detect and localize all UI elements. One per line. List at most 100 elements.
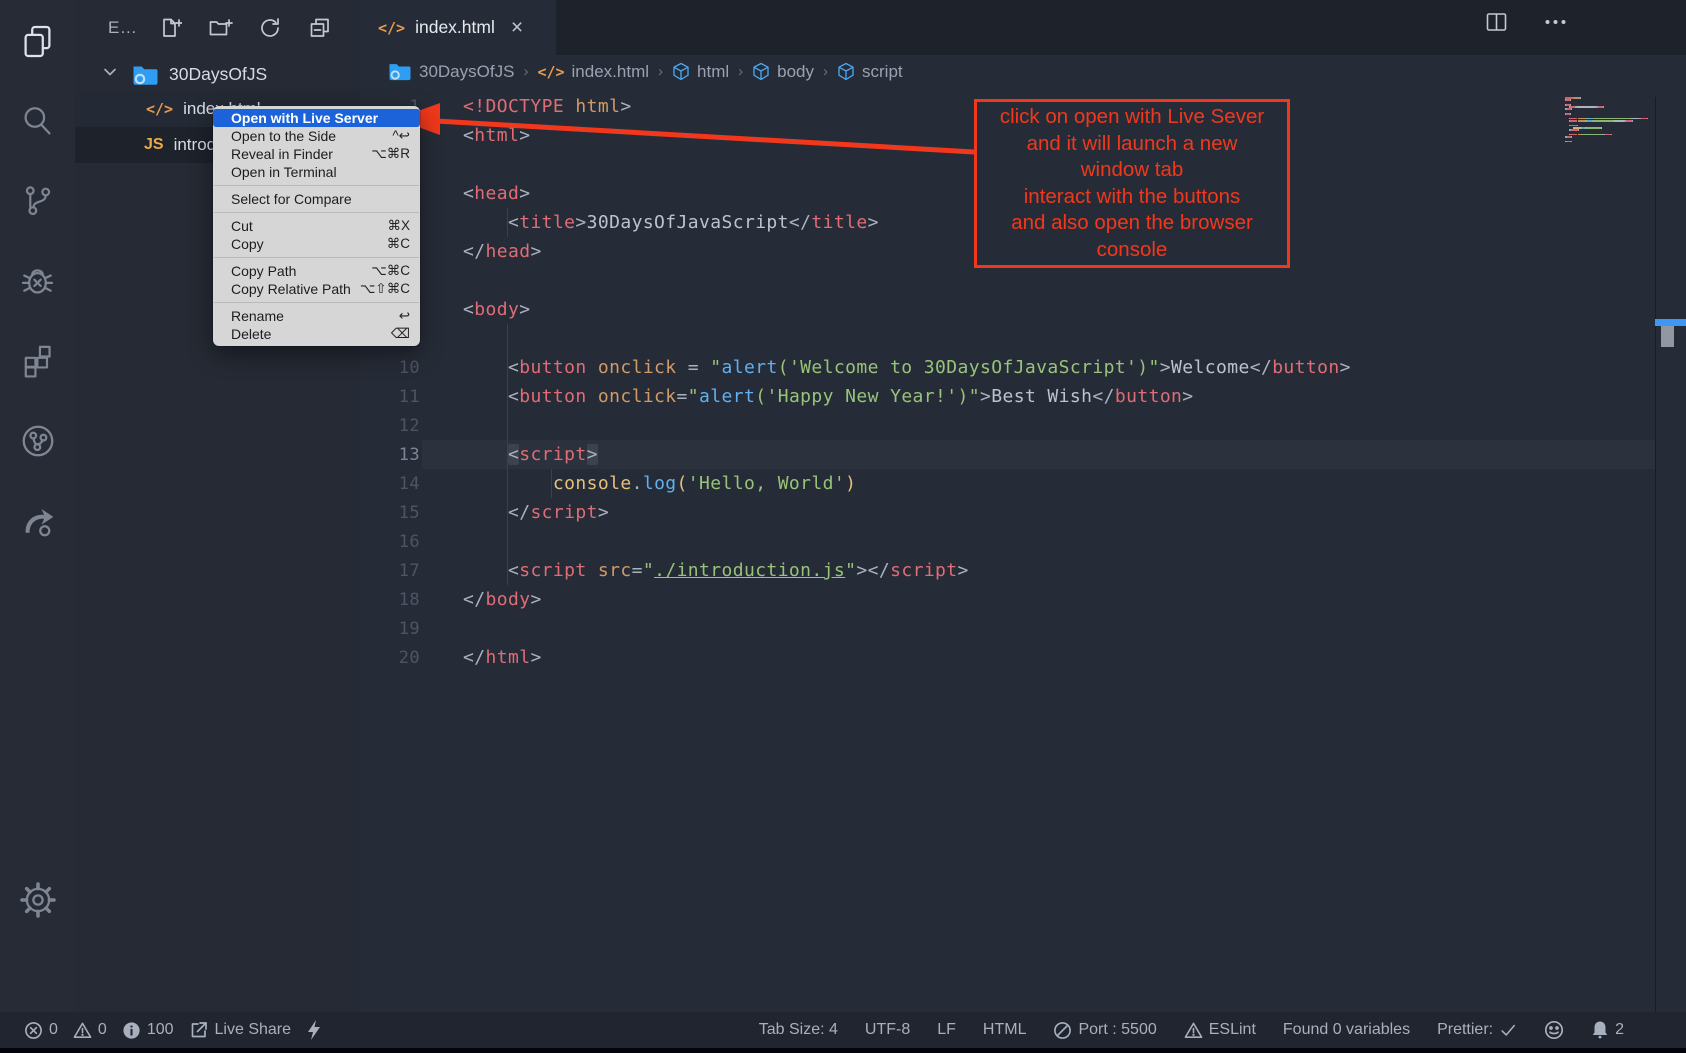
activity-circle-branch-icon[interactable] xyxy=(0,415,75,467)
circle-slash-icon xyxy=(1053,1021,1072,1040)
refresh-icon[interactable] xyxy=(245,8,295,48)
breadcrumb-separator: › xyxy=(523,63,528,80)
code-line-18[interactable]: 18</body> xyxy=(360,585,1686,614)
tree-item-label: 30DaysOfJS xyxy=(169,64,267,85)
menu-item-delete[interactable]: Delete⌫ xyxy=(213,325,420,343)
sidebar-actions xyxy=(145,8,345,48)
more-actions-icon[interactable] xyxy=(1543,10,1568,40)
lightning-icon xyxy=(306,1019,322,1041)
code-line-text: <title>30DaysOfJavaScript</title> xyxy=(463,212,879,233)
activity-bar xyxy=(0,0,75,1012)
line-number: 10 xyxy=(360,358,420,378)
menu-item-shortcut: ⌫ xyxy=(391,326,410,342)
menu-separator xyxy=(214,257,419,258)
new-file-icon[interactable] xyxy=(145,8,195,48)
tree-item-30daysofjs-folder[interactable]: 30DaysOfJS xyxy=(75,58,360,91)
status-item-utf-8[interactable]: UTF-8 xyxy=(865,1021,910,1039)
menu-item-reveal-in-finder[interactable]: Reveal in Finder⌥⌘R xyxy=(213,145,420,163)
activity-files-icon[interactable] xyxy=(0,15,75,67)
annotation-line: click on open with Live Sever xyxy=(977,104,1287,131)
menu-item-cut[interactable]: Cut⌘X xyxy=(213,217,420,235)
sidebar-title: E… xyxy=(108,18,137,38)
annotation-line: and it will launch a new xyxy=(977,131,1287,158)
activity-source-control-icon[interactable] xyxy=(0,175,75,227)
activity-gear-icon[interactable] xyxy=(0,874,75,926)
menu-item-copy-path[interactable]: Copy Path⌥⌘C xyxy=(213,262,420,280)
breadcrumb-item-script[interactable]: script xyxy=(837,62,903,82)
breadcrumb-item-30daysofjs[interactable]: 30DaysOfJS xyxy=(388,61,514,82)
status-item-lightning-icon[interactable] xyxy=(306,1019,322,1041)
tab-index-html[interactable]: </> index.html × xyxy=(360,0,556,55)
code-line-11[interactable]: 11 <button onclick="alert('Happy New Yea… xyxy=(360,382,1686,411)
code-line-9[interactable]: 9 xyxy=(360,324,1686,353)
status-item-label: Prettier: xyxy=(1437,1021,1493,1039)
status-item-lf[interactable]: LF xyxy=(937,1021,956,1039)
menu-item-label: Select for Compare xyxy=(231,191,410,207)
menu-item-label: Cut xyxy=(231,218,387,234)
menu-item-label: Open with Live Server xyxy=(231,110,410,126)
status-item-2[interactable]: 2 xyxy=(1591,1020,1624,1040)
menu-item-open-to-the-side[interactable]: Open to the Side^↩ xyxy=(213,127,420,145)
code-line-13[interactable]: 13 <script> xyxy=(360,440,1686,469)
breadcrumb-item-html[interactable]: html xyxy=(672,62,729,82)
status-item-label: 2 xyxy=(1615,1021,1624,1039)
menu-item-label: Copy xyxy=(231,236,387,252)
code-line-12[interactable]: 12 xyxy=(360,411,1686,440)
new-folder-icon[interactable] xyxy=(195,8,245,48)
menu-item-copy[interactable]: Copy⌘C xyxy=(213,235,420,253)
status-item-prettier-[interactable]: Prettier: xyxy=(1437,1021,1517,1039)
split-editor-icon[interactable] xyxy=(1484,10,1509,40)
code-line-14[interactable]: 14 console.log('Hello, World') xyxy=(360,469,1686,498)
code-line-10[interactable]: 10 <button onclick = "alert('Welcome to … xyxy=(360,353,1686,382)
code-line-19[interactable]: 19 xyxy=(360,614,1686,643)
status-item-0[interactable]: 0 xyxy=(73,1021,107,1040)
annotation-line: and also open the browser xyxy=(977,210,1287,237)
activity-extensions-icon[interactable] xyxy=(0,335,75,387)
status-item-label: 0 xyxy=(49,1021,58,1039)
error-icon xyxy=(24,1021,43,1040)
code-line-17[interactable]: 17 <script src="./introduction.js"></scr… xyxy=(360,556,1686,585)
collapse-all-icon[interactable] xyxy=(295,8,345,48)
status-item-eslint[interactable]: ESLint xyxy=(1184,1021,1256,1040)
activity-debug-icon[interactable] xyxy=(0,255,75,307)
status-item-label: LF xyxy=(937,1021,956,1039)
status-item-live-share[interactable]: Live Share xyxy=(189,1020,292,1040)
tab-close-icon[interactable]: × xyxy=(511,17,523,38)
menu-item-shortcut: ⌘X xyxy=(387,218,410,234)
line-number: 17 xyxy=(360,561,420,581)
indent-guide xyxy=(507,208,508,237)
sidebar-header: E… xyxy=(75,0,360,55)
menu-item-copy-relative-path[interactable]: Copy Relative Path⌥⇧⌘C xyxy=(213,280,420,298)
html-file-icon: </> xyxy=(537,63,564,81)
code-line-20[interactable]: 20</html> xyxy=(360,643,1686,672)
code-line-text: </head> xyxy=(463,241,542,262)
code-line-15[interactable]: 15 </script> xyxy=(360,498,1686,527)
annotation-line: interact with the buttons xyxy=(977,184,1287,211)
menu-separator xyxy=(214,302,419,303)
status-item-100[interactable]: 100 xyxy=(122,1021,174,1040)
breadcrumb-item-index-html[interactable]: </>index.html xyxy=(537,62,649,82)
breadcrumb-item-body[interactable]: body xyxy=(752,62,814,82)
status-item-smiley-icon[interactable] xyxy=(1544,1020,1564,1040)
code-line-text: </body> xyxy=(463,589,542,610)
status-item-label: Found 0 variables xyxy=(1283,1021,1410,1039)
status-item-0[interactable]: 0 xyxy=(24,1021,58,1040)
menu-item-open-with-live-server[interactable]: Open with Live Server xyxy=(213,109,420,127)
status-item-found-0-variables[interactable]: Found 0 variables xyxy=(1283,1021,1410,1039)
code-line-7[interactable]: 7 xyxy=(360,266,1686,295)
menu-item-shortcut: ⌥⌘C xyxy=(371,263,410,279)
line-number: 15 xyxy=(360,503,420,523)
menu-item-shortcut: ↩ xyxy=(399,308,410,324)
activity-search-icon[interactable] xyxy=(0,95,75,147)
status-item-port-5500[interactable]: Port : 5500 xyxy=(1053,1021,1156,1040)
menu-item-select-for-compare[interactable]: Select for Compare xyxy=(213,190,420,208)
menu-item-rename[interactable]: Rename↩ xyxy=(213,307,420,325)
code-line-8[interactable]: 8<body> xyxy=(360,295,1686,324)
status-item-tab-size-4[interactable]: Tab Size: 4 xyxy=(759,1021,838,1039)
activity-live-share-icon[interactable] xyxy=(0,495,75,547)
menu-item-open-in-terminal[interactable]: Open in Terminal xyxy=(213,163,420,181)
status-item-html[interactable]: HTML xyxy=(983,1021,1027,1039)
status-bar-left: 00 100 Live Share xyxy=(24,1019,322,1041)
code-line-16[interactable]: 16 xyxy=(360,527,1686,556)
cube-icon xyxy=(752,62,770,81)
